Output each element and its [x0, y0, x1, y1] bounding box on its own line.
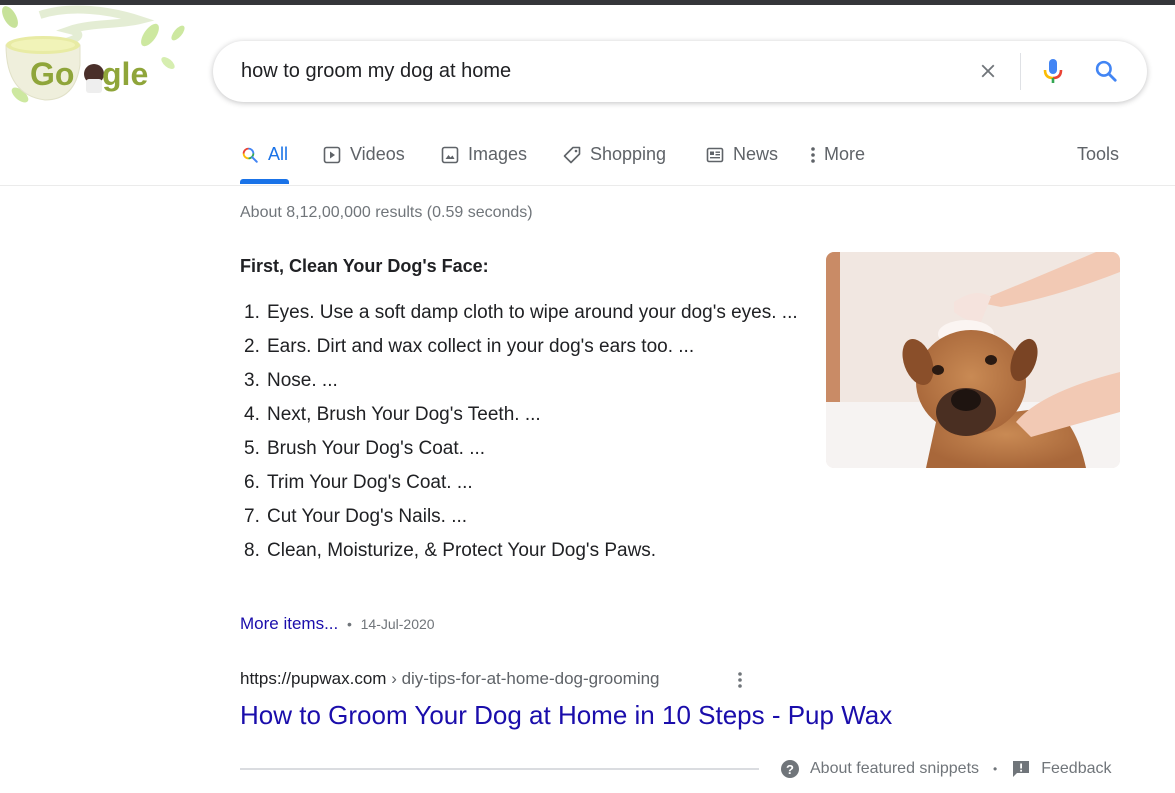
doodle-letter-g: Go	[30, 56, 74, 92]
item-number: 7.	[244, 506, 260, 527]
result-domain: https://pupwax.com	[240, 669, 387, 688]
tag-icon	[562, 145, 582, 165]
more-vertical-icon	[808, 145, 818, 165]
microphone-icon	[1043, 59, 1063, 83]
snippet-more-line: More items... • 14-Jul-2020	[240, 614, 435, 634]
separator-dot: •	[993, 762, 998, 776]
snippet-list: 1. Eyes. Use a soft damp cloth to wipe ar…	[240, 298, 800, 570]
close-icon	[981, 64, 995, 78]
google-doodle-logo[interactable]: Go gle	[0, 5, 190, 110]
snippet-heading: First, Clean Your Dog's Face:	[240, 256, 489, 276]
clear-search-button[interactable]	[973, 56, 1003, 86]
about-featured-snippets-link[interactable]: ? About featured snippets	[780, 759, 979, 779]
search-box-divider	[1020, 53, 1021, 90]
item-text: Brush Your Dog's Coat. ...	[267, 438, 486, 459]
about-label: About featured snippets	[810, 760, 980, 777]
more-vertical-icon	[738, 672, 742, 688]
item-text: Ears. Dirt and wax collect in your dog's…	[267, 336, 695, 357]
feedback-label: Feedback	[1041, 760, 1112, 777]
snippet-list-item: 7. Cut Your Dog's Nails. ...	[240, 502, 800, 531]
item-text: Cut Your Dog's Nails. ...	[267, 506, 468, 527]
item-number: 1.	[244, 302, 260, 323]
item-number: 3.	[244, 370, 260, 391]
tab-more[interactable]: More	[808, 130, 865, 185]
tab-images[interactable]: Images	[440, 130, 527, 185]
search-icon	[1095, 60, 1117, 82]
tab-label: Images	[468, 144, 528, 164]
tab-label: All	[268, 144, 289, 164]
feedback-icon	[1011, 759, 1031, 779]
item-text: Trim Your Dog's Coat. ...	[267, 472, 473, 493]
result-path: › diy-tips-for-at-home-dog-grooming	[386, 669, 660, 688]
result-options-button[interactable]	[730, 669, 750, 691]
feedback-link[interactable]: Feedback	[1011, 759, 1111, 779]
result-title-link[interactable]: How to Groom Your Dog at Home in 10 Step…	[240, 700, 892, 731]
item-number: 5.	[244, 438, 260, 459]
snippet-list-item: 6. Trim Your Dog's Coat. ...	[240, 468, 800, 497]
item-number: 2.	[244, 336, 260, 357]
more-items-link[interactable]: More items...	[240, 614, 338, 633]
dog-bath-image	[826, 252, 1120, 468]
snippet-list-item: 5. Brush Your Dog's Coat. ...	[240, 434, 800, 463]
snippet-list-item: 4. Next, Brush Your Dog's Teeth. ...	[240, 400, 800, 429]
snippet-list-item: 3. Nose. ...	[240, 366, 800, 395]
help-icon: ?	[780, 759, 800, 779]
tools-button[interactable]: Tools	[1077, 144, 1119, 165]
item-number: 6.	[244, 472, 260, 493]
snippet-date: 14-Jul-2020	[360, 616, 435, 632]
tab-label: Videos	[350, 144, 405, 164]
svg-text:?: ?	[786, 762, 794, 777]
item-text: Clean, Moisturize, & Protect Your Dog's …	[267, 540, 657, 561]
snippet-footer: ? About featured snippets • Feedback	[780, 758, 1111, 780]
item-text: Next, Brush Your Dog's Teeth. ...	[267, 404, 541, 425]
snippet-list-item: 1. Eyes. Use a soft damp cloth to wipe ar…	[240, 298, 800, 327]
tab-label: More	[824, 144, 866, 164]
snippet-list-item: 8. Clean, Moisturize, & Protect Your Dog'…	[240, 536, 800, 565]
footer-divider	[240, 768, 759, 770]
voice-search-button[interactable]	[1038, 56, 1068, 86]
newspaper-icon	[705, 145, 725, 165]
item-text: Eyes. Use a soft damp cloth to wipe arou…	[267, 302, 798, 323]
snippet-list-item: 2. Ears. Dirt and wax collect in your dog…	[240, 332, 800, 361]
result-url[interactable]: https://pupwax.com › diy-tips-for-at-hom…	[240, 669, 660, 689]
search-tabs: All Videos Images Shopping News More Too…	[0, 130, 1175, 186]
tab-shopping[interactable]: Shopping	[562, 130, 666, 185]
tab-label: News	[733, 144, 779, 164]
search-icon	[240, 145, 260, 165]
tab-label: Shopping	[590, 144, 667, 164]
item-number: 4.	[244, 404, 260, 425]
doodle-letters-gle: gle	[102, 56, 148, 92]
search-submit-button[interactable]	[1091, 56, 1121, 86]
doodle-illustration: Go gle	[2, 5, 185, 103]
separator-dot: •	[346, 616, 352, 632]
snippet-image[interactable]	[826, 252, 1120, 468]
tab-videos[interactable]: Videos	[322, 130, 405, 185]
play-icon	[322, 145, 342, 165]
tab-all[interactable]: All	[240, 130, 288, 185]
tab-news[interactable]: News	[705, 130, 778, 185]
item-number: 8.	[244, 540, 260, 561]
active-tab-indicator	[240, 179, 289, 184]
image-icon	[440, 145, 460, 165]
result-stats: About 8,12,00,000 results (0.59 seconds)	[240, 204, 533, 221]
item-text: Nose. ...	[267, 370, 338, 391]
search-input[interactable]	[241, 41, 941, 102]
search-box	[213, 41, 1147, 102]
